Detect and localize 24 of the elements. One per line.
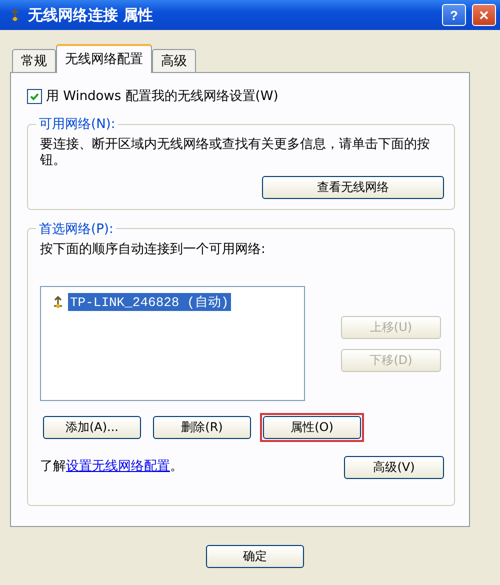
view-networks-button[interactable]: 查看无线网络 bbox=[262, 176, 444, 198]
description-text: 按下面的顺序自动连接到一个可用网络: bbox=[40, 242, 266, 258]
antenna-icon bbox=[51, 294, 65, 309]
tab[interactable]: 高级 bbox=[152, 49, 196, 72]
list-action-button[interactable]: 添加(A)... bbox=[43, 416, 141, 439]
network-item[interactable]: TP-LINK_246828 (自动) bbox=[68, 292, 231, 311]
tab[interactable]: 常规 bbox=[12, 49, 56, 72]
group-title: 可用网络(N): bbox=[38, 116, 116, 133]
antenna-icon bbox=[8, 8, 22, 22]
list-action-button[interactable]: 属性(O) bbox=[263, 416, 361, 439]
help-button[interactable]: ? bbox=[442, 4, 466, 26]
settings-link[interactable]: 设置无线网络配置 bbox=[66, 459, 170, 474]
description-text: 要连接、断开区域内无线网络或查找有关更多信息，请单击下面的按钮。 bbox=[40, 137, 431, 170]
group-title: 首选网络(P): bbox=[38, 220, 114, 238]
window-title: 无线网络连接 属性 bbox=[28, 6, 154, 24]
close-button[interactable]: ✕ bbox=[472, 4, 496, 26]
ok-button[interactable]: 确定 bbox=[206, 545, 304, 568]
checkbox[interactable] bbox=[27, 88, 42, 104]
advanced-button[interactable]: 高级(V) bbox=[344, 456, 444, 479]
learn-text: 了解设置无线网络配置。 bbox=[40, 459, 183, 476]
checkmark-icon bbox=[29, 90, 40, 102]
list-action-button[interactable]: 删除(R) bbox=[153, 416, 251, 439]
tab[interactable]: 无线网络配置 bbox=[56, 44, 152, 73]
checkbox-label: 用 Windows 配置我的无线网络设置(W) bbox=[46, 88, 278, 105]
